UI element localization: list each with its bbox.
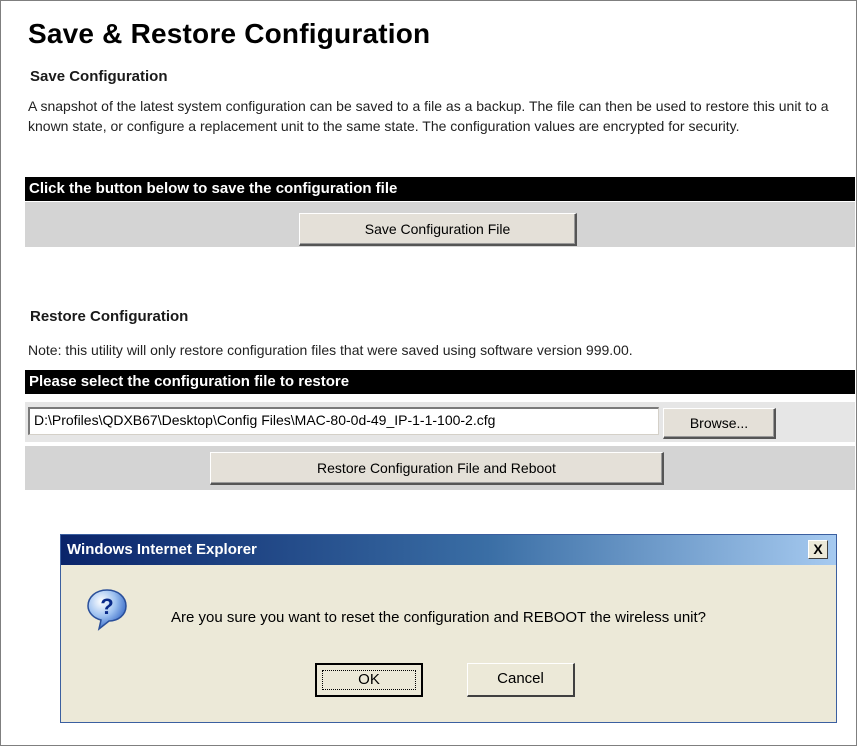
- save-description: A snapshot of the latest system configur…: [28, 98, 829, 134]
- cancel-button[interactable]: Cancel: [467, 663, 575, 697]
- dialog-message: Are you sure you want to reset the confi…: [171, 609, 707, 626]
- save-configuration-file-button[interactable]: Save Configuration File: [299, 213, 577, 246]
- restore-instruction-bar: Please select the configuration file to …: [25, 370, 855, 394]
- dialog-title: Windows Internet Explorer: [67, 541, 257, 558]
- confirm-reboot-dialog: Windows Internet Explorer X ? Are you su…: [60, 534, 837, 723]
- svg-text:?: ?: [100, 594, 113, 619]
- page-title: Save & Restore Configuration: [28, 18, 431, 49]
- restore-configuration-heading: Restore Configuration: [30, 308, 189, 325]
- dialog-titlebar[interactable]: Windows Internet Explorer X: [61, 535, 836, 565]
- save-instruction-bar: Click the button below to save the confi…: [25, 177, 855, 201]
- browse-button[interactable]: Browse...: [663, 408, 776, 439]
- ok-button-label: OK: [358, 671, 380, 688]
- ok-button[interactable]: OK: [315, 663, 423, 697]
- save-configuration-heading: Save Configuration: [30, 68, 168, 85]
- config-file-path-input[interactable]: D:\Profiles\QDXB67\Desktop\Config Files\…: [28, 407, 659, 435]
- question-icon: ?: [87, 589, 127, 631]
- close-icon[interactable]: X: [808, 540, 828, 559]
- restore-and-reboot-button[interactable]: Restore Configuration File and Reboot: [210, 452, 664, 485]
- restore-version-note: Note: this utility will only restore con…: [28, 342, 633, 358]
